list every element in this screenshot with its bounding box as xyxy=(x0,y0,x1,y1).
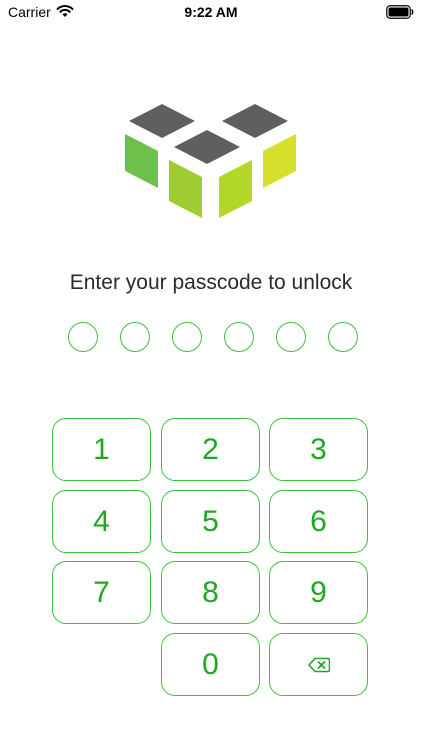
key-3[interactable]: 3 xyxy=(269,418,368,481)
status-bar: Carrier 9:22 AM xyxy=(0,0,422,26)
keypad: 1 2 3 4 5 6 7 8 9 0 xyxy=(52,418,370,698)
key-5[interactable]: 5 xyxy=(161,490,260,553)
passcode-dot xyxy=(172,322,202,352)
passcode-dot xyxy=(328,322,358,352)
key-6[interactable]: 6 xyxy=(269,490,368,553)
key-9[interactable]: 9 xyxy=(269,561,368,624)
battery-icon xyxy=(386,5,414,19)
backspace-button[interactable] xyxy=(269,633,368,696)
key-1[interactable]: 1 xyxy=(52,418,151,481)
passcode-dot xyxy=(224,322,254,352)
passcode-indicator xyxy=(68,322,358,356)
passcode-dot xyxy=(68,322,98,352)
passcode-prompt: Enter your passcode to unlock xyxy=(69,271,353,294)
backspace-icon xyxy=(307,657,330,672)
cube-logo-icon xyxy=(125,104,296,218)
passcode-dot xyxy=(120,322,150,352)
key-0[interactable]: 0 xyxy=(161,633,260,696)
key-7[interactable]: 7 xyxy=(52,561,151,624)
key-8[interactable]: 8 xyxy=(161,561,260,624)
passcode-dot xyxy=(276,322,306,352)
clock: 9:22 AM xyxy=(184,4,238,20)
key-2[interactable]: 2 xyxy=(161,418,260,481)
key-4[interactable]: 4 xyxy=(52,490,151,553)
